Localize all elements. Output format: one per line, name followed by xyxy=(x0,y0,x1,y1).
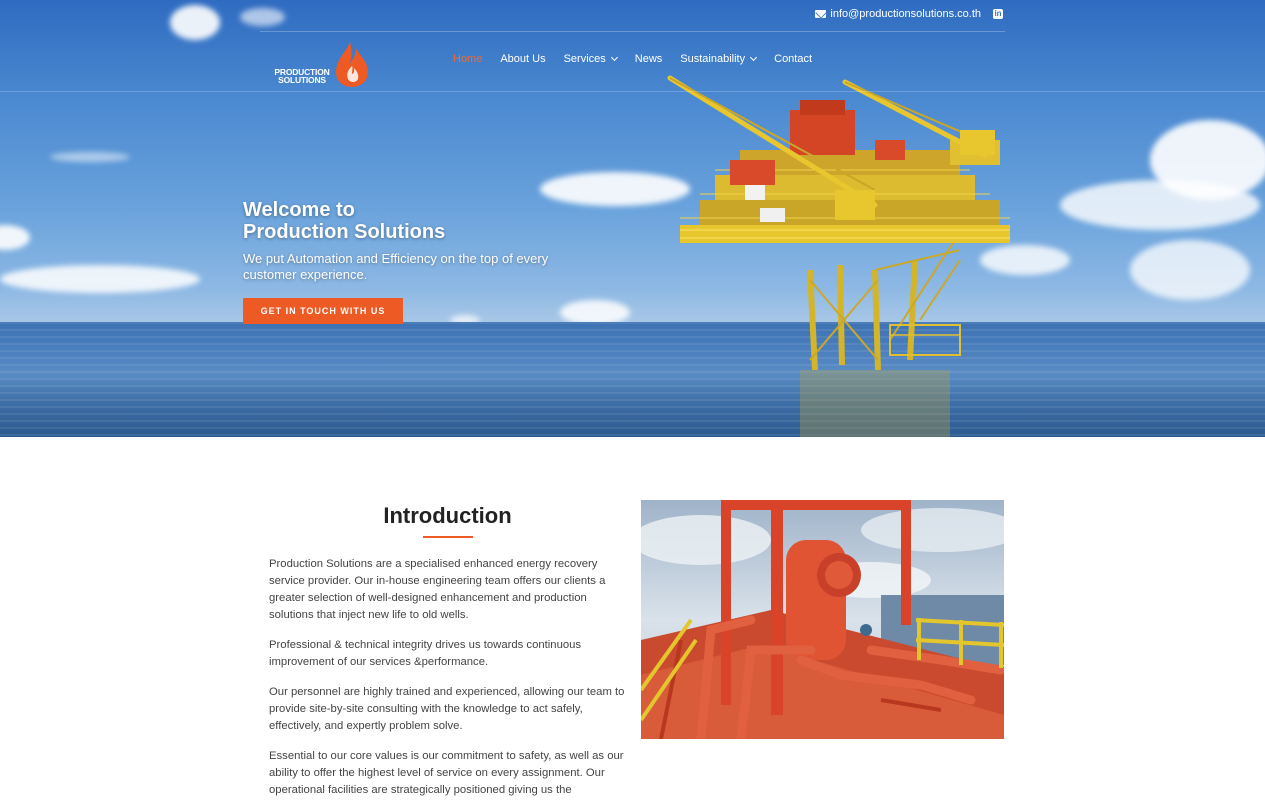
cloud xyxy=(1060,180,1260,230)
nav-item-about-us[interactable]: About Us xyxy=(500,53,545,65)
chevron-down-icon xyxy=(750,53,758,62)
logo-text: PRODUCTION SOLUTIONS xyxy=(274,67,330,85)
nav-item-news[interactable]: News xyxy=(635,53,663,65)
heading-underline xyxy=(423,536,473,538)
linkedin-icon[interactable]: in xyxy=(993,9,1003,19)
cloud xyxy=(170,5,220,40)
get-in-touch-button[interactable]: GET IN TOUCH WITH US xyxy=(243,298,403,324)
hero-banner: info@productionsolutions.co.th in PRODUC… xyxy=(0,0,1265,437)
email-link[interactable]: info@productionsolutions.co.th xyxy=(815,8,981,20)
cloud xyxy=(50,152,130,162)
cloud xyxy=(0,265,200,293)
process-equipment-photo xyxy=(641,500,1004,739)
nav-item-sustainability[interactable]: Sustainability xyxy=(680,53,758,65)
topbar: info@productionsolutions.co.th in xyxy=(815,8,1003,20)
intro-paragraph: Our personnel are highly trained and exp… xyxy=(269,686,625,732)
nav-item-contact[interactable]: Contact xyxy=(774,53,812,65)
cloud xyxy=(240,8,285,26)
sea-reflection xyxy=(0,322,1265,437)
nav-item-home[interactable]: Home xyxy=(453,53,482,65)
envelope-icon xyxy=(815,10,827,18)
offshore-platform-image xyxy=(667,75,1010,437)
nav-item-services[interactable]: Services xyxy=(564,53,618,65)
cloud xyxy=(1130,240,1250,300)
hero-title: Welcome to Production Solutions xyxy=(243,199,446,243)
intro-paragraph: Essential to our core values is our comm… xyxy=(269,750,624,796)
email-text: info@productionsolutions.co.th xyxy=(830,8,981,20)
intro-paragraph: Production Solutions are a specialised e… xyxy=(269,558,606,621)
nav-divider xyxy=(0,91,1265,92)
topbar-divider xyxy=(260,31,1005,32)
cloud xyxy=(0,225,30,250)
hero-subtitle: We put Automation and Efficiency on the … xyxy=(243,251,549,282)
intro-heading: Introduction xyxy=(383,503,512,528)
main-nav: Home About Us Services News Sustainabili… xyxy=(453,53,812,65)
chevron-down-icon xyxy=(610,53,618,62)
site-logo[interactable]: PRODUCTION SOLUTIONS xyxy=(272,40,372,88)
intro-paragraph: Professional & technical integrity drive… xyxy=(269,639,582,668)
intro-text: Production Solutions are a specialised e… xyxy=(269,556,629,800)
